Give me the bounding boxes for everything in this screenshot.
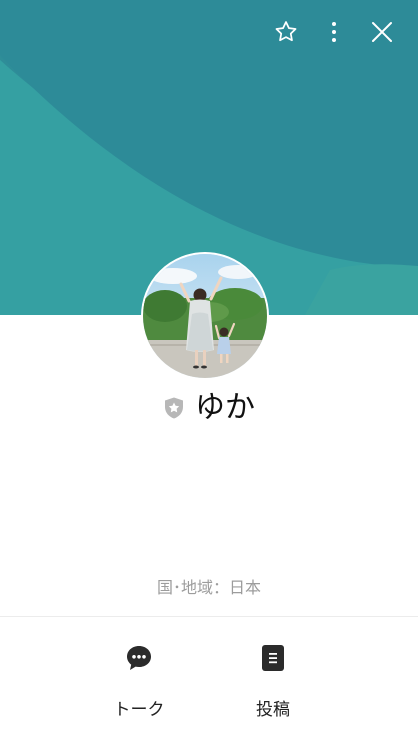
close-icon (372, 22, 392, 42)
star-outline-icon (275, 21, 297, 42)
profile-name-row: ゆか (0, 388, 418, 428)
chat-bubble-icon (121, 640, 157, 676)
shield-star-icon (163, 396, 185, 420)
post-document-icon (255, 640, 291, 676)
more-vertical-icon (332, 22, 336, 42)
favorite-button[interactable] (272, 16, 300, 48)
close-button[interactable] (368, 16, 396, 48)
more-button[interactable] (320, 16, 348, 48)
profile-actions: トーク 投稿 (0, 640, 418, 730)
avatar[interactable] (141, 252, 269, 380)
talk-button[interactable]: トーク (94, 640, 184, 720)
posts-button[interactable]: 投稿 (228, 640, 318, 720)
region-info: 国･地域：日本 (156, 578, 261, 597)
posts-label: 投稿 (256, 700, 290, 720)
talk-label: トーク (113, 700, 165, 720)
divider (0, 616, 418, 617)
profile-name: ゆか (195, 390, 255, 425)
profile-photo (143, 254, 267, 378)
